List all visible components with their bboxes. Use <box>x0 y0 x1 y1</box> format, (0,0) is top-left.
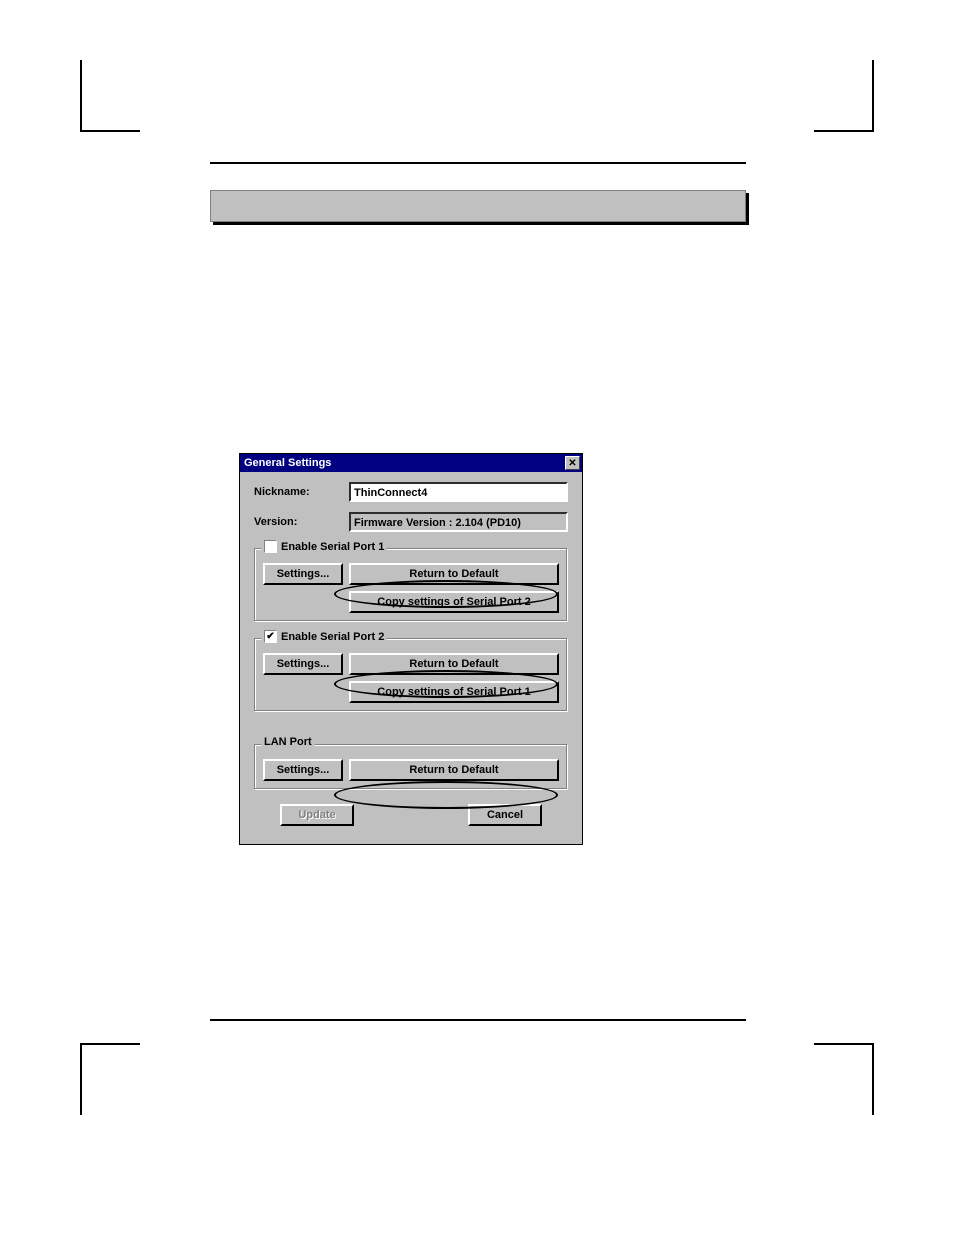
crop-mark-br <box>814 1045 874 1115</box>
enable-serial-2-checkbox[interactable]: ✔ <box>264 630 277 643</box>
close-button[interactable]: ✕ <box>565 456 580 470</box>
lan-legend: LAN Port <box>264 736 312 748</box>
lan-return-default-button[interactable]: Return to Default <box>349 759 559 781</box>
version-label: Version: <box>254 516 349 528</box>
version-field: Firmware Version : 2.104 (PD10) <box>349 512 568 532</box>
crop-mark-tl <box>80 60 140 130</box>
serial-2-settings-button[interactable]: Settings... <box>263 653 343 675</box>
general-settings-dialog: General Settings ✕ Nickname: ThinConnect… <box>239 453 583 845</box>
crop-mark-tr <box>814 60 874 130</box>
serial-1-return-default-button[interactable]: Return to Default <box>349 563 559 585</box>
cancel-button[interactable]: Cancel <box>468 804 542 826</box>
crop-mark-bl <box>80 1045 140 1115</box>
serial-2-return-default-button[interactable]: Return to Default <box>349 653 559 675</box>
serial-1-settings-button[interactable]: Settings... <box>263 563 343 585</box>
serial-1-legend: Enable Serial Port 1 <box>281 541 384 553</box>
close-icon: ✕ <box>568 458 576 469</box>
divider-bottom <box>210 1019 746 1021</box>
serial-port-2-group: ✔ Enable Serial Port 2 Settings... Retur… <box>254 638 568 712</box>
lan-port-group: LAN Port Settings... Return to Default <box>254 744 568 790</box>
update-button[interactable]: Update <box>280 804 354 826</box>
header-band <box>210 190 746 222</box>
nickname-label: Nickname: <box>254 486 349 498</box>
enable-serial-1-checkbox[interactable] <box>264 540 277 553</box>
serial-1-copy-button[interactable]: Copy settings of Serial Port 2 <box>349 591 559 613</box>
nickname-input[interactable]: ThinConnect4 <box>349 482 568 502</box>
titlebar: General Settings ✕ <box>240 454 582 472</box>
divider-top <box>210 162 746 164</box>
dialog-title: General Settings <box>244 457 331 469</box>
lan-settings-button[interactable]: Settings... <box>263 759 343 781</box>
serial-2-legend: Enable Serial Port 2 <box>281 631 384 643</box>
serial-port-1-group: Enable Serial Port 1 Settings... Return … <box>254 548 568 622</box>
serial-2-copy-button[interactable]: Copy settings of Serial Port 1 <box>349 681 559 703</box>
